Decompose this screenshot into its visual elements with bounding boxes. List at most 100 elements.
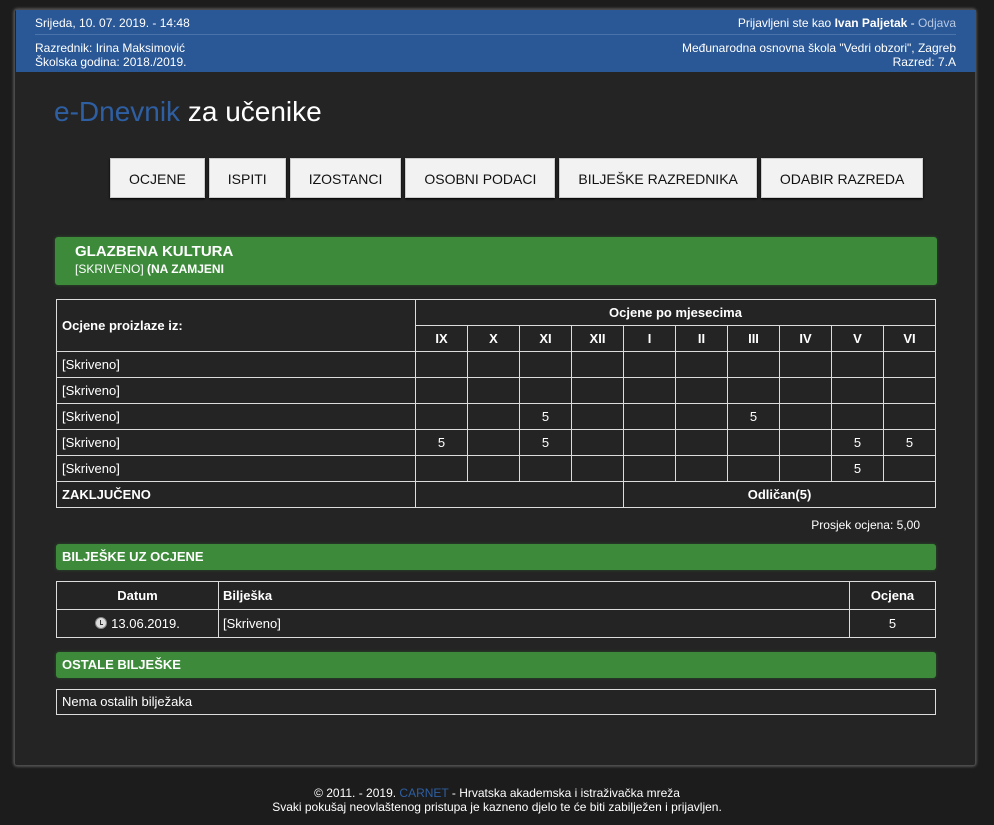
grade-header: Ocjena (849, 581, 936, 610)
school-year: Školska godina: 2018./2019. (35, 55, 187, 69)
table-row: [Skriveno] (56, 351, 936, 378)
final-empty (415, 481, 624, 508)
nav-ispiti[interactable]: ISPITI (208, 158, 286, 198)
divider (35, 34, 956, 35)
app-title: e-Dnevnik za učenike (54, 96, 322, 127)
grade-cell (623, 403, 676, 430)
table-row: [Skriveno] 5 5 5 5 (56, 429, 936, 456)
notes-section-title: BILJEŠKE UZ OCJENE (56, 544, 936, 570)
grade-cell (883, 455, 936, 482)
month-header: II (675, 325, 728, 352)
grade-cell (467, 429, 520, 456)
grade-cell (883, 351, 936, 378)
grade-cell (415, 377, 468, 404)
user-name: Ivan Paljetak (834, 16, 908, 30)
note-grade: 5 (849, 609, 936, 638)
grade-cell (727, 351, 780, 378)
grade-cell (415, 403, 468, 430)
notes-table: Datum Bilješka Ocjena 13.06.2019. [Skriv… (56, 581, 936, 638)
nav-biljeske-razrednika[interactable]: BILJEŠKE RAZREDNIKA (559, 158, 757, 198)
logout-link[interactable]: Odjava (918, 16, 956, 30)
top-bar: Srijeda, 10. 07. 2019. - 14:48 Prijavlje… (16, 10, 976, 72)
grade-cell (467, 455, 520, 482)
grade-cell (571, 377, 624, 404)
grade-cell (779, 351, 832, 378)
grade-cell (623, 429, 676, 456)
grade-source: [Skriveno] (56, 455, 416, 482)
grade-source: [Skriveno] (56, 403, 416, 430)
grade-cell: 5 (519, 429, 572, 456)
grade-cell (467, 377, 520, 404)
nav-osobni-podaci[interactable]: OSOBNI PODACI (405, 158, 556, 198)
grade-cell (675, 377, 728, 404)
grade-cell (675, 429, 728, 456)
grade-cell (571, 351, 624, 378)
note-text: [Skriveno] (218, 609, 850, 638)
grade-cell (779, 455, 832, 482)
clock-icon (95, 617, 108, 629)
grade-cell: 5 (883, 429, 936, 456)
months-header: Ocjene po mjesecima (415, 299, 936, 326)
other-notes-empty: Nema ostalih bilježaka (56, 689, 936, 715)
grade-source: [Skriveno] (56, 351, 416, 378)
other-section-title: OSTALE BILJEŠKE (56, 652, 936, 678)
nav-odabir-razreda[interactable]: ODABIR RAZREDA (760, 158, 924, 198)
grade-cell (623, 351, 676, 378)
month-header: IX (415, 325, 468, 352)
grade-cell (623, 377, 676, 404)
grade-source: [Skriveno] (56, 377, 416, 404)
grade-cell (519, 455, 572, 482)
grade-cell (675, 351, 728, 378)
carnet-link[interactable]: CARNET (399, 786, 448, 800)
grade-cell (779, 403, 832, 430)
grade-cell (675, 455, 728, 482)
subject-header: GLAZBENA KULTURA [SKRIVENO] (NA ZAMJENI (55, 237, 937, 285)
table-row: [Skriveno] (56, 377, 936, 404)
grade-cell (831, 377, 884, 404)
grade-cell (467, 351, 520, 378)
month-header: X (467, 325, 520, 352)
grades-table: Ocjene proizlaze iz: Ocjene po mjesecima… (56, 299, 936, 508)
main-frame: Srijeda, 10. 07. 2019. - 14:48 Prijavlje… (14, 9, 976, 766)
final-label: ZAKLJUČENO (56, 481, 416, 508)
login-info: Prijavljeni ste kao Ivan Paljetak - Odja… (737, 16, 956, 30)
subject-title: GLAZBENA KULTURA (75, 243, 234, 260)
grade-cell (831, 351, 884, 378)
grade-cell (571, 455, 624, 482)
class-name: Razred: 7.A (892, 55, 956, 69)
grade-source: [Skriveno] (56, 429, 416, 456)
month-header: III (727, 325, 780, 352)
month-header: XII (571, 325, 624, 352)
class-teacher: Razrednik: Irina Maksimović (35, 41, 186, 55)
current-date: Srijeda, 10. 07. 2019. - 14:48 (35, 16, 190, 30)
grade-cell: 5 (415, 429, 468, 456)
grade-cell (727, 429, 780, 456)
nav-izostanci[interactable]: IZOSTANCI (289, 158, 402, 198)
grade-cell (727, 377, 780, 404)
main-nav: OCJENE ISPITI IZOSTANCI OSOBNI PODACI BI… (110, 158, 924, 198)
grade-cell (623, 455, 676, 482)
table-row: [Skriveno] 5 (56, 455, 936, 482)
grade-average: Prosjek ocjena: 5,00 (811, 518, 920, 532)
grade-cell (779, 377, 832, 404)
grade-cell (883, 377, 936, 404)
footer: © 2011. - 2019. CARNET - Hrvatska akadem… (0, 786, 994, 814)
grade-cell: 5 (831, 455, 884, 482)
nav-ocjene[interactable]: OCJENE (110, 158, 205, 198)
school-name: Međunarodna osnovna škola "Vedri obzori"… (681, 41, 956, 55)
month-header: V (831, 325, 884, 352)
grade-cell (571, 429, 624, 456)
grade-cell (727, 455, 780, 482)
date-header: Datum (56, 581, 219, 610)
month-header: I (623, 325, 676, 352)
grade-cell (519, 351, 572, 378)
grade-cell: 5 (727, 403, 780, 430)
grade-cell (831, 403, 884, 430)
grade-cell (467, 403, 520, 430)
grade-cell (883, 403, 936, 430)
note-date: 13.06.2019. (56, 609, 219, 638)
source-header: Ocjene proizlaze iz: (56, 299, 416, 352)
grade-cell (571, 403, 624, 430)
grade-cell (415, 455, 468, 482)
table-row: 13.06.2019. [Skriveno] 5 (56, 609, 936, 638)
